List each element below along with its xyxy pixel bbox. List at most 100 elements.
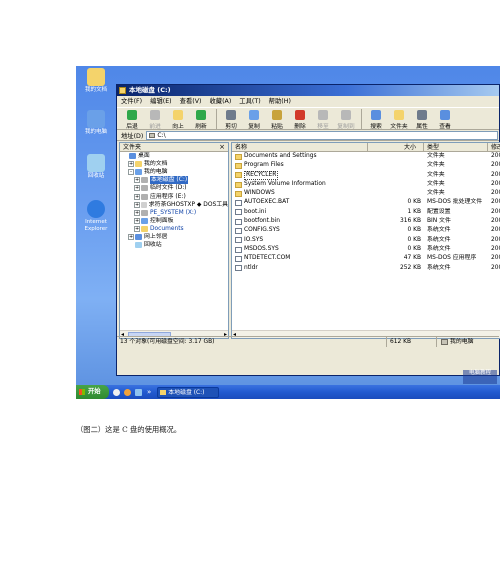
tree-item[interactable]: + 我的文档 bbox=[120, 160, 228, 168]
expand-icon[interactable]: + bbox=[134, 225, 140, 232]
cut-button[interactable]: 剪切 bbox=[220, 109, 242, 130]
file-row[interactable]: boot.ini 1 KB 配置设置 2008-7-26 3:28 bbox=[232, 208, 500, 217]
file-row[interactable]: Documents and Settings 文件夹 2008-7-26 3:28 bbox=[232, 152, 500, 161]
move-to-icon bbox=[318, 110, 328, 120]
show-desktop-icon[interactable] bbox=[135, 388, 142, 396]
column-header-name[interactable]: 名称 bbox=[232, 143, 368, 151]
delete-button[interactable]: 删除 bbox=[289, 109, 311, 130]
file-size bbox=[368, 180, 424, 189]
properties-button[interactable]: 属性 bbox=[411, 109, 433, 130]
file-row[interactable]: MSDOS.SYS 0 KB 系统文件 2008-7-7 14:14 bbox=[232, 245, 500, 254]
tree-item[interactable]: + 应用程序 (E:) bbox=[120, 192, 228, 200]
column-header-size[interactable]: 大小 bbox=[368, 143, 424, 151]
address-input[interactable]: C:\ bbox=[146, 130, 499, 140]
expand-icon[interactable]: + bbox=[128, 233, 134, 240]
ie-quicklaunch-icon[interactable] bbox=[113, 388, 120, 396]
drive-icon bbox=[141, 193, 148, 200]
copy-button[interactable]: 复制 bbox=[243, 109, 265, 130]
tree-item[interactable]: + 控制面板 bbox=[120, 217, 228, 225]
file-size bbox=[368, 161, 424, 170]
close-icon[interactable]: × bbox=[219, 143, 225, 152]
copy-to-button[interactable]: 复制到 bbox=[335, 109, 357, 130]
tree-item[interactable]: + 网上邻居 bbox=[120, 233, 228, 241]
desktop-icon-my-computer[interactable]: 我的电脑 bbox=[79, 110, 113, 136]
folders-icon bbox=[394, 110, 404, 120]
file-list-pane: 名称 大小 类型 修改日期 Documents and Settings 文件夹 2… bbox=[231, 142, 500, 339]
file-date: 2008-7-7 14:14 bbox=[491, 199, 500, 206]
menu-edit[interactable]: 编辑(E) bbox=[150, 96, 172, 107]
paste-button[interactable]: 粘贴 bbox=[266, 109, 288, 130]
cut-icon bbox=[226, 110, 236, 120]
file-row[interactable]: ntldr 252 KB 系统文件 2004-8-17 20:00 bbox=[232, 264, 500, 273]
collapse-icon[interactable]: - bbox=[128, 169, 134, 176]
expand-icon[interactable]: + bbox=[134, 177, 140, 184]
menu-help[interactable]: 帮助(H) bbox=[269, 96, 291, 107]
toolbar-button-label: 后退 bbox=[126, 124, 138, 130]
menu-favorites[interactable]: 收藏(A) bbox=[209, 96, 231, 107]
forward-button[interactable]: 前进 bbox=[144, 109, 166, 130]
control-panel-icon bbox=[141, 217, 148, 224]
file-date: 2008-7-7 14:20 bbox=[491, 180, 500, 187]
drive-icon bbox=[119, 87, 126, 94]
quicklaunch-chevron[interactable]: » bbox=[147, 388, 151, 396]
file-row[interactable]: System Volume Information 文件夹 2008-7-7 14:… bbox=[232, 180, 500, 189]
file-row[interactable]: CONFIG.SYS 0 KB 系统文件 2008-7-7 14:14 bbox=[232, 226, 500, 235]
file-row[interactable]: NTDETECT.COM 47 KB MS-DOS 应用程序 2004-8-17 20… bbox=[232, 254, 500, 263]
menu-view[interactable]: 查看(V) bbox=[180, 96, 202, 107]
address-bar: 地址(D) C:\ bbox=[117, 130, 499, 141]
file-row[interactable]: RECYCLER 文件夹 2008-7-26 4:01 bbox=[232, 170, 500, 180]
column-header-date[interactable]: 修改日期 bbox=[488, 143, 500, 151]
desktop-icon-ie[interactable]: Internet Explorer bbox=[79, 200, 113, 233]
tree-item-label: 回收站 bbox=[144, 242, 162, 249]
folders-button[interactable]: 文件夹 bbox=[388, 109, 410, 130]
tree-item[interactable]: + 本地磁盘 (C:) bbox=[120, 176, 228, 185]
tree-item[interactable]: + 临时文件 (D:) bbox=[120, 184, 228, 192]
expand-icon[interactable]: + bbox=[134, 209, 140, 216]
copy-icon bbox=[249, 110, 259, 120]
up-button[interactable]: 向上 bbox=[167, 109, 189, 130]
start-button[interactable]: 开始 bbox=[76, 385, 109, 399]
file-row[interactable]: bootfont.bin 316 KB BIN 文件 2004-8-17 20:00 bbox=[232, 217, 500, 226]
file-name-cell: Documents and Settings bbox=[232, 152, 368, 161]
expand-icon[interactable]: + bbox=[128, 161, 134, 168]
file-row[interactable]: Program Files 文件夹 2008-7-7 18:28 bbox=[232, 161, 500, 170]
file-row[interactable]: IO.SYS 0 KB 系统文件 2008-7-7 14:14 bbox=[232, 236, 500, 245]
refresh-button[interactable]: 刷新 bbox=[190, 109, 212, 130]
window-titlebar[interactable]: 本地磁盘 (C:) bbox=[117, 85, 499, 96]
file-date: 2004-8-17 20:00 bbox=[491, 255, 500, 262]
tree-item[interactable]: - 我的电脑 bbox=[120, 168, 228, 176]
media-player-icon[interactable] bbox=[124, 388, 131, 396]
file-date: 2008-7-26 3:28 bbox=[491, 153, 500, 159]
search-button[interactable]: 搜索 bbox=[365, 109, 387, 130]
file-icon bbox=[235, 200, 242, 207]
expand-icon[interactable]: + bbox=[134, 201, 140, 208]
tree-item[interactable]: 回收站 bbox=[120, 241, 228, 249]
address-label: 地址(D) bbox=[121, 132, 144, 140]
file-row[interactable]: AUTOEXEC.BAT 0 KB MS-DOS 批处理文件 2008-7-7 14:… bbox=[232, 198, 500, 207]
tree-item[interactable]: 桌面 bbox=[120, 152, 228, 160]
panes: 文件夹 × 桌面 + 我的文档 - 我的电脑 + 本地磁盘 (C:) + 临时文件 (D:) + 应… bbox=[117, 142, 500, 339]
move-to-button[interactable]: 移至 bbox=[312, 109, 334, 130]
expand-icon[interactable]: + bbox=[134, 185, 140, 192]
taskbar-item-explorer[interactable]: 本地磁盘 (C:) bbox=[157, 386, 220, 398]
expand-icon[interactable]: + bbox=[134, 193, 140, 200]
desktop-icon-recycle-bin[interactable]: 回收站 bbox=[79, 154, 113, 180]
desktop-icon-my-documents[interactable]: 我的文档 bbox=[79, 68, 113, 94]
file-type: 文件夹 bbox=[427, 190, 445, 197]
tree-item[interactable]: + PE_SYSTEM (X:) bbox=[120, 209, 228, 217]
status-location-label: 我的电脑 bbox=[450, 338, 474, 345]
menu-file[interactable]: 文件(F) bbox=[121, 96, 142, 107]
file-row[interactable]: WINDOWS 文件夹 2008-7-26 3:30 bbox=[232, 189, 500, 198]
tree-item[interactable]: + 求符茶GHOSTXP ◆ DOS工具 bbox=[120, 201, 228, 209]
file-name: Documents and Settings bbox=[244, 153, 317, 159]
tree-item-label: 控制面板 bbox=[150, 217, 174, 224]
tree-item[interactable]: + Documents bbox=[120, 225, 228, 233]
folder-tree-pane: 文件夹 × 桌面 + 我的文档 - 我的电脑 + 本地磁盘 (C:) + 临时文件 (D:) + 应… bbox=[119, 142, 229, 339]
copy-to-icon bbox=[341, 110, 351, 120]
expand-icon[interactable]: + bbox=[134, 217, 140, 224]
menu-tools[interactable]: 工具(T) bbox=[239, 96, 260, 107]
toolbar-button-label: 复制 bbox=[248, 124, 260, 130]
back-button[interactable]: 后退 bbox=[121, 109, 143, 130]
column-header-type[interactable]: 类型 bbox=[424, 143, 488, 151]
views-button[interactable]: 查看 bbox=[434, 109, 456, 130]
